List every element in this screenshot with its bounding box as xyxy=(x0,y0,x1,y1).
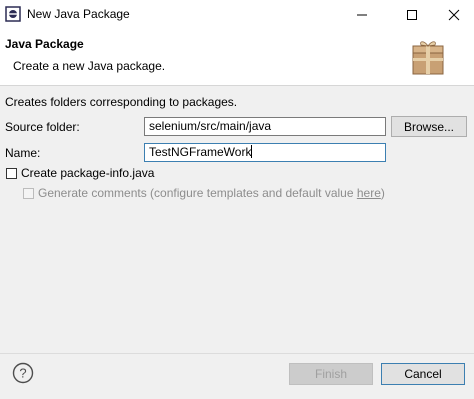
package-name-value: TestNGFrameWork xyxy=(149,145,252,159)
page-title: Java Package xyxy=(5,37,84,51)
cancel-button[interactable]: Cancel xyxy=(381,363,465,385)
source-folder-value: selenium/src/main/java xyxy=(149,119,272,133)
text-caret xyxy=(251,145,253,158)
browse-button-label: Browse... xyxy=(403,119,454,134)
title-bar: New Java Package xyxy=(0,0,474,29)
generate-comments-label: Generate comments (configure templates a… xyxy=(38,186,385,200)
window-title: New Java Package xyxy=(27,7,130,21)
create-package-info-checkbox[interactable] xyxy=(6,168,17,179)
configure-templates-link[interactable]: here xyxy=(357,186,381,200)
name-label: Name: xyxy=(5,146,41,160)
svg-text:?: ? xyxy=(19,366,26,381)
browse-button[interactable]: Browse... xyxy=(391,116,467,137)
wizard-header: Java Package Create a new Java package. xyxy=(0,29,474,86)
eclipse-icon xyxy=(5,6,21,22)
source-folder-label: Source folder: xyxy=(5,120,80,134)
help-icon[interactable]: ? xyxy=(12,362,34,384)
intro-text: Creates folders corresponding to package… xyxy=(5,95,238,109)
create-package-info-label: Create package-info.java xyxy=(21,166,155,180)
minimize-icon xyxy=(356,14,367,15)
minimize-button[interactable] xyxy=(339,0,384,29)
generate-comments-checkbox xyxy=(23,188,34,199)
close-icon xyxy=(448,9,459,20)
source-folder-field[interactable]: selenium/src/main/java xyxy=(144,117,386,136)
maximize-button[interactable] xyxy=(389,0,434,29)
footer-divider xyxy=(0,353,474,354)
page-description: Create a new Java package. xyxy=(13,59,166,73)
finish-button-label: Finish xyxy=(314,367,347,381)
package-wizard-icon xyxy=(412,41,444,75)
generate-comments-text: Generate comments (configure templates a… xyxy=(38,186,357,200)
package-name-field[interactable]: TestNGFrameWork xyxy=(144,143,386,162)
maximize-icon xyxy=(406,9,417,20)
generate-comments-suffix: ) xyxy=(380,186,385,200)
close-button[interactable] xyxy=(431,0,474,29)
finish-button[interactable]: Finish xyxy=(289,363,373,385)
cancel-button-label: Cancel xyxy=(404,367,442,381)
